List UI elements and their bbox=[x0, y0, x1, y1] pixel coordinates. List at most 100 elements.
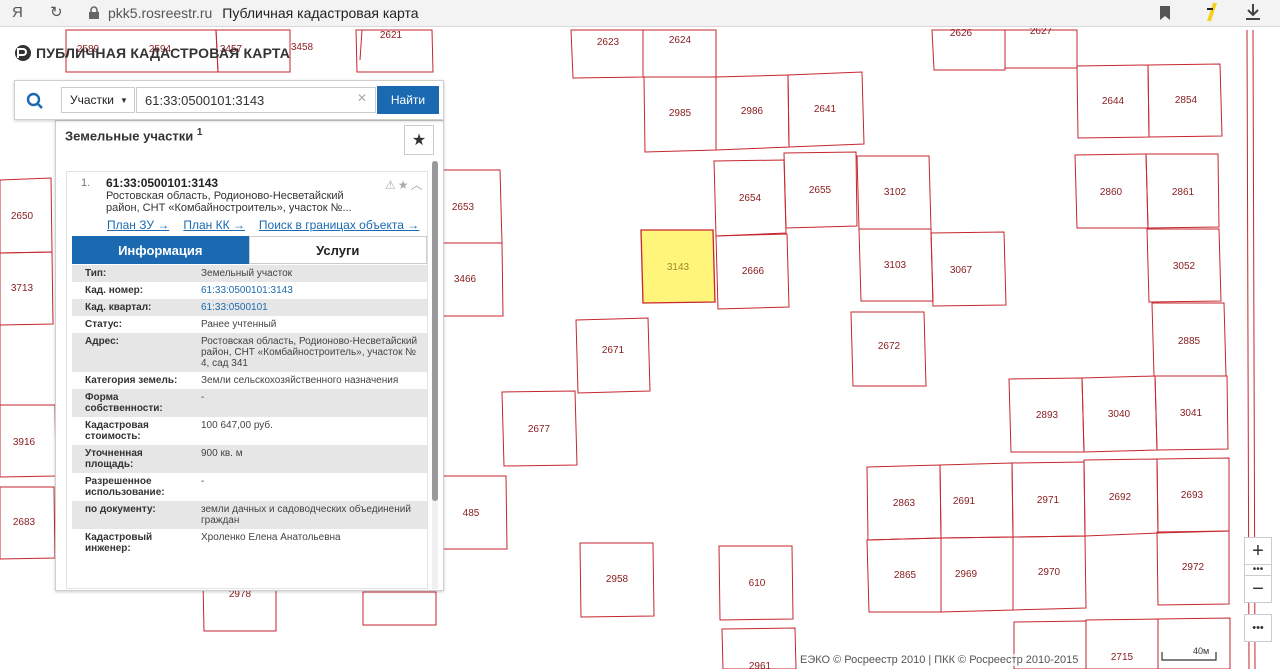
parcel-label: 2860 bbox=[1100, 187, 1123, 198]
parcel-label: 3067 bbox=[950, 265, 973, 276]
star-icon: ★ bbox=[411, 132, 427, 149]
parcel-label: 2971 bbox=[1037, 495, 1060, 506]
parcel-label: 2626 bbox=[950, 28, 973, 39]
parcel-label: 2693 bbox=[1181, 490, 1204, 501]
result-links: План ЗУ → План КК → Поиск в границах объ… bbox=[107, 218, 419, 232]
parcel-label: 3713 bbox=[11, 283, 34, 294]
search-button[interactable] bbox=[21, 87, 49, 115]
bookmark-icon[interactable] bbox=[1159, 5, 1171, 21]
chevron-up-icon[interactable]: ︿ bbox=[411, 178, 425, 192]
search-input[interactable] bbox=[136, 87, 376, 113]
parcel-label: 2970 bbox=[1038, 567, 1061, 578]
parcel-label: 610 bbox=[749, 578, 766, 589]
parcel-label: 2653 bbox=[452, 202, 475, 213]
parcel-label: 2623 bbox=[597, 37, 620, 48]
parcel-label: 2985 bbox=[669, 108, 692, 119]
parcel-label: 3466 bbox=[454, 274, 477, 285]
parcel-label: 2666 bbox=[742, 266, 765, 277]
info-row: Адрес: Ростовская область, Родионово-Несв… bbox=[72, 333, 427, 372]
parcel-label: 2715 bbox=[1111, 652, 1134, 663]
result-address: Ростовская область, Родионово-Несветайск… bbox=[106, 190, 352, 214]
cad-quarter-link[interactable]: 61:33:0500101 bbox=[188, 302, 418, 313]
parcel-label: 2672 bbox=[878, 341, 901, 352]
parcel-label: 3102 bbox=[884, 187, 907, 198]
parcel-label: 2650 bbox=[11, 211, 34, 222]
search-icon bbox=[26, 92, 43, 109]
search-in-bounds-link[interactable]: Поиск в границах объекта → bbox=[259, 218, 419, 232]
info-row: Кад. номер: 61:33:0500101:3143 bbox=[72, 282, 427, 299]
result-count: 1 bbox=[196, 127, 203, 138]
app-title: ПУБЛИЧНАЯ КАДАСТРОВАЯ КАРТА bbox=[36, 45, 291, 61]
more-tools-button[interactable]: ••• bbox=[1244, 614, 1272, 642]
parcel-label: 3041 bbox=[1180, 408, 1203, 419]
info-row: Кадастровая стоимость: 100 647,00 руб. bbox=[85, 420, 273, 442]
url-host: pkk5.rosreestr.ru bbox=[108, 5, 213, 21]
parcel-label: 2692 bbox=[1109, 492, 1132, 503]
parcel-label: 2863 bbox=[893, 498, 916, 509]
yandex-icon[interactable]: Я bbox=[12, 3, 23, 23]
parcel-label: 485 bbox=[463, 508, 480, 519]
parcel-label: 2641 bbox=[814, 104, 837, 115]
star-icon[interactable]: ★ bbox=[398, 178, 411, 192]
parcel-label: 2644 bbox=[1102, 96, 1125, 107]
info-row: Категория земель: Земли сельскохозяйствен… bbox=[85, 375, 399, 386]
map-attribution: ЕЭКО © Росреестр 2010 | ПКК © Росреестр … bbox=[800, 654, 1079, 666]
app-logo[interactable]: ПУБЛИЧНАЯ КАДАСТРОВАЯ КАРТА bbox=[14, 44, 290, 62]
favorites-button[interactable]: ★ bbox=[404, 125, 434, 155]
find-button[interactable]: Найти bbox=[377, 86, 439, 114]
info-row: Разрешенное использование: - bbox=[85, 476, 205, 498]
parcel-label: 2624 bbox=[669, 35, 692, 46]
parcel-label: 2683 bbox=[13, 517, 36, 528]
browser-toolbar: Я ↻ pkk5.rosreestr.ru Публичная кадастро… bbox=[0, 0, 1280, 27]
reload-icon[interactable]: ↻ bbox=[50, 3, 63, 23]
result-tabs: Информация Услуги bbox=[72, 236, 427, 264]
scale-label: 40м bbox=[1193, 646, 1210, 656]
search-bar: Участки ▼ ✕ Найти bbox=[14, 80, 444, 120]
scale-bar bbox=[1161, 652, 1217, 661]
parcel-label: 2655 bbox=[809, 185, 832, 196]
object-type-select[interactable]: Участки ▼ bbox=[61, 87, 135, 113]
zoom-level-indicator: ••• bbox=[1244, 565, 1272, 575]
warning-icon[interactable]: ⚠ bbox=[385, 178, 398, 192]
info-row: Кадастровый инженер: Хроленко Елена Анато… bbox=[85, 532, 341, 554]
parcel-label: 2691 bbox=[953, 496, 976, 507]
yandex-wallet-icon[interactable] bbox=[1205, 2, 1219, 22]
parcel-label: 2972 bbox=[1182, 562, 1205, 573]
parcel-label: 3052 bbox=[1173, 261, 1196, 272]
parcel-label: 2654 bbox=[739, 193, 762, 204]
parcel-label: 2885 bbox=[1178, 336, 1201, 347]
object-type-label: Участки bbox=[70, 93, 114, 107]
clear-icon[interactable]: ✕ bbox=[357, 91, 367, 105]
parcel-label: 2671 bbox=[602, 345, 625, 356]
result-number: 1. bbox=[81, 177, 91, 189]
result-actions: ⚠★︿ bbox=[385, 176, 425, 193]
download-icon[interactable] bbox=[1245, 3, 1261, 21]
parcel-boundary bbox=[359, 29, 363, 61]
tab-services[interactable]: Услуги bbox=[248, 236, 427, 264]
rosreestr-logo-icon bbox=[15, 45, 31, 61]
cad-number-link[interactable]: 61:33:0500101:3143 bbox=[188, 285, 418, 296]
parcel-label: 3040 bbox=[1108, 409, 1131, 420]
chevron-down-icon: ▼ bbox=[120, 95, 128, 105]
parcel-label: 2958 bbox=[606, 574, 629, 585]
zoom-out-button[interactable]: − bbox=[1244, 575, 1272, 603]
info-table: Тип: Земельный участок Кад. номер: 61:33:0… bbox=[72, 265, 427, 557]
tab-info[interactable]: Информация bbox=[72, 236, 249, 264]
plan-kk-link[interactable]: План КК → bbox=[183, 218, 245, 232]
scrollbar-thumb[interactable] bbox=[432, 161, 438, 501]
info-row: по документу: земли дачных и садоводчески… bbox=[72, 501, 427, 529]
parcel-label: 3143 bbox=[667, 262, 690, 273]
address-bar[interactable]: pkk5.rosreestr.ru Публичная кадастровая … bbox=[88, 1, 419, 25]
info-row: Тип: Земельный участок bbox=[72, 265, 427, 282]
result-item[interactable]: 1. 61:33:0500101:3143 Ростовская область… bbox=[66, 171, 428, 589]
page-title: Публичная кадастровая карта bbox=[222, 5, 419, 21]
result-cad-number[interactable]: 61:33:0500101:3143 bbox=[106, 176, 218, 190]
zoom-in-button[interactable]: + bbox=[1244, 537, 1272, 565]
parcel-label: 2961 bbox=[749, 661, 772, 669]
parcel-label: 2893 bbox=[1036, 410, 1059, 421]
parcel-label: 2986 bbox=[741, 106, 764, 117]
parcel-label: 2861 bbox=[1172, 187, 1195, 198]
plan-zu-link[interactable]: План ЗУ → bbox=[107, 218, 169, 232]
parcel-label: 2677 bbox=[528, 424, 551, 435]
info-row: Статус: Ранее учтенный bbox=[85, 319, 277, 330]
